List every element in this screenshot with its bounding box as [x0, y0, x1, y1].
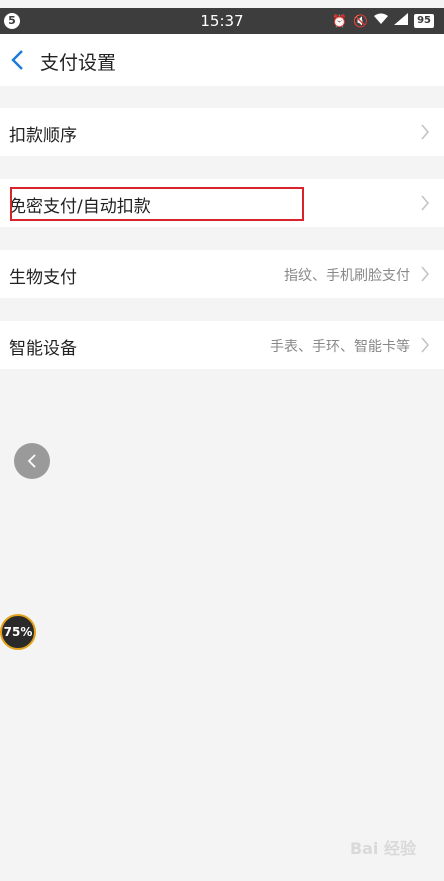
chevron-right-icon	[421, 195, 430, 211]
alarm-icon: ⏰	[332, 13, 348, 28]
row-deduction-order[interactable]: 扣款顺序	[0, 108, 444, 156]
row-value: 指纹、手机刷脸支付	[284, 268, 410, 284]
page-title: 支付设置	[40, 52, 117, 74]
row-biometric-payment[interactable]: 生物支付 指纹、手机刷脸支付	[0, 250, 444, 298]
row-label: 智能设备	[9, 339, 77, 359]
row-label: 扣款顺序	[9, 126, 77, 146]
status-bar: 5 15:37 ⏰ 🔇 95	[0, 8, 444, 34]
row-smart-devices[interactable]: 智能设备 手表、手环、智能卡等	[0, 321, 444, 369]
row-value: 手表、手环、智能卡等	[270, 339, 410, 355]
battery-icon: 95	[414, 13, 434, 28]
header: 支付设置	[0, 34, 444, 86]
signal-icon	[394, 13, 409, 28]
highlight-box	[10, 187, 304, 221]
floating-back-button[interactable]	[14, 443, 50, 479]
chevron-left-icon	[27, 454, 36, 468]
chevron-right-icon	[421, 266, 430, 282]
status-icons: ⏰ 🔇 95	[332, 13, 434, 28]
back-icon[interactable]	[8, 48, 28, 72]
speed-ball[interactable]: 75%	[0, 614, 36, 650]
wifi-icon	[374, 13, 389, 28]
chevron-right-icon	[421, 124, 430, 140]
mute-icon: 🔇	[353, 13, 369, 28]
chevron-right-icon	[421, 337, 430, 353]
row-label: 生物支付	[9, 268, 77, 288]
watermark: Bai 经验	[349, 839, 416, 858]
